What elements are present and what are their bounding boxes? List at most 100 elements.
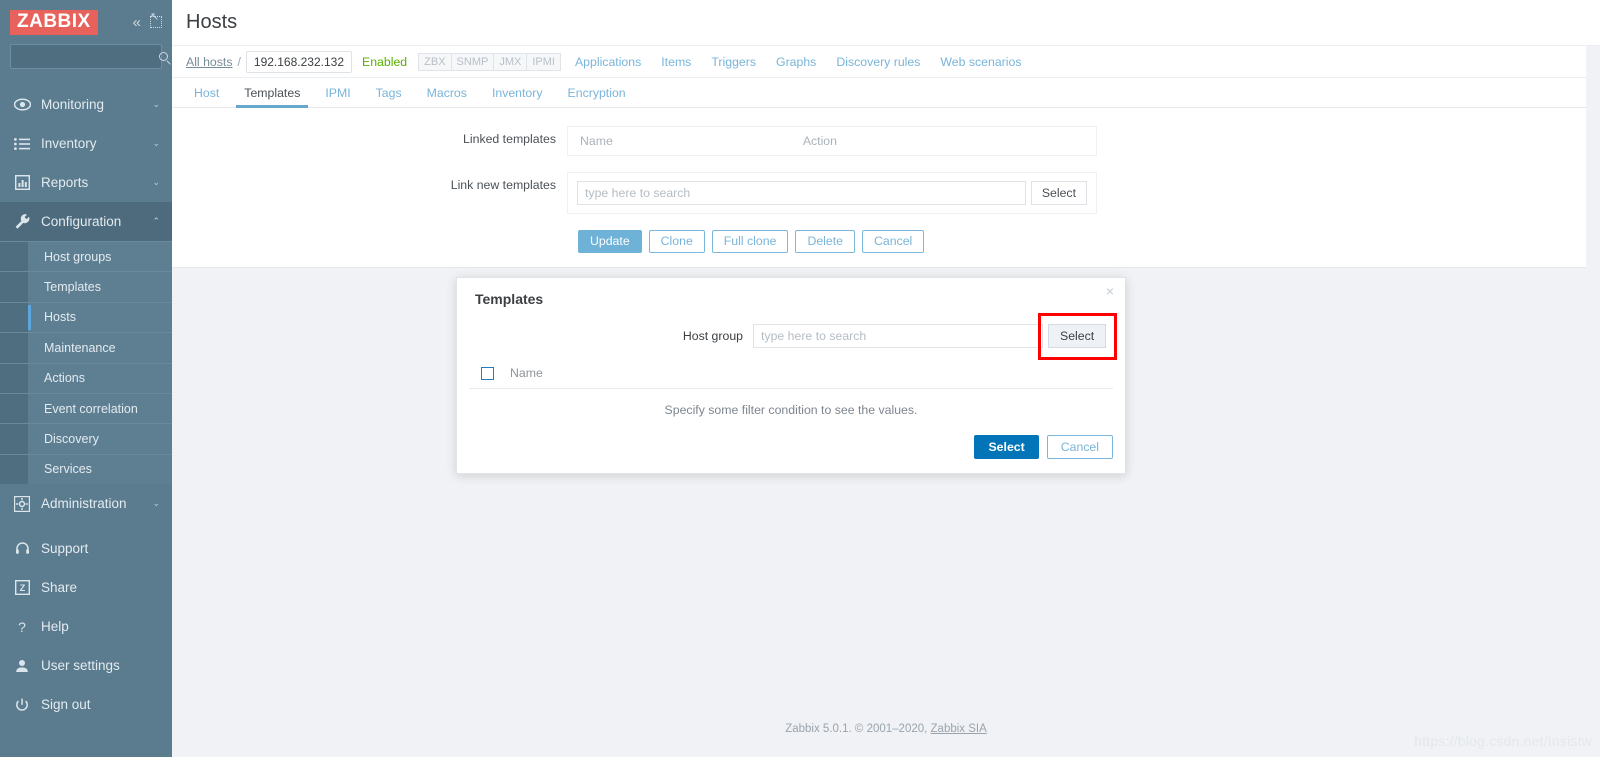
select-all-checkbox[interactable] xyxy=(481,366,494,380)
sidebar-item-discovery[interactable]: Discovery xyxy=(0,423,172,453)
question-icon: ? xyxy=(18,618,26,635)
sidebar-item-sign-out[interactable]: Sign out xyxy=(0,685,172,724)
sidebar-item-inventory[interactable]: Inventory ⌄ xyxy=(0,124,172,163)
empty-state-message: Specify some filter condition to see the… xyxy=(664,403,918,417)
sub-item-label: Host groups xyxy=(44,249,112,264)
modal-select-button[interactable]: Select xyxy=(974,435,1039,459)
tab-encryption[interactable]: Encryption xyxy=(560,86,634,107)
watermark: https://blog.csdn.net/Insistw xyxy=(1414,733,1592,749)
chevron-up-icon: ⌃ xyxy=(152,216,160,226)
sidebar-item-event-correlation[interactable]: Event correlation xyxy=(0,392,172,423)
breadcrumb-link-graphs[interactable]: Graphs xyxy=(776,55,816,69)
sidebar-item-label: Reports xyxy=(41,175,89,190)
sidebar-item-label: Configuration xyxy=(41,214,122,229)
sidebar-logo-icons: « xyxy=(133,12,162,30)
tab-templates[interactable]: Templates xyxy=(236,86,309,108)
link-new-templates-select-button[interactable]: Select xyxy=(1030,181,1087,205)
page-header: Hosts xyxy=(172,0,1600,46)
tab-bar: Host Templates IPMI Tags Macros Inventor… xyxy=(172,78,1586,108)
chevron-down-icon: ⌄ xyxy=(152,498,160,509)
modal-body: Host group Select Name Specify some filt… xyxy=(457,313,1125,429)
svg-text:Z: Z xyxy=(19,583,25,593)
sidebar-item-help[interactable]: ? Help xyxy=(0,607,172,646)
sidebar-item-administration[interactable]: Administration ⌄ xyxy=(0,484,172,523)
clone-button[interactable]: Clone xyxy=(648,230,705,253)
sidebar-item-monitoring[interactable]: Monitoring ⌄ xyxy=(0,85,172,124)
breadcrumb-link-triggers[interactable]: Triggers xyxy=(711,55,756,69)
collapse-sidebar-icon[interactable]: « xyxy=(133,15,141,30)
content-panel: All hosts / 192.168.232.132 Enabled ZBX … xyxy=(172,46,1586,268)
host-group-select-button[interactable]: Select xyxy=(1048,324,1107,348)
sidebar-nav-bottom: Support Z Share ? Help User settings Sig… xyxy=(0,529,172,724)
templates-form: Linked templates Name Action Link new te… xyxy=(172,108,1586,267)
badge-jmx: JMX xyxy=(493,52,528,71)
sidebar-item-maintenance[interactable]: Maintenance xyxy=(0,332,172,362)
column-header-name: Name xyxy=(510,366,543,380)
zabbix-z-icon: Z xyxy=(12,580,32,596)
zabbix-app: ZABBIX « Monitoring ⌄ xyxy=(0,0,1600,757)
user-icon xyxy=(12,659,32,673)
sub-item-label: Services xyxy=(44,462,92,477)
column-header-action: Action xyxy=(802,134,837,148)
delete-button[interactable]: Delete xyxy=(795,230,855,253)
breadcrumb-link-applications[interactable]: Applications xyxy=(575,55,641,69)
breadcrumb-link-discovery-rules[interactable]: Discovery rules xyxy=(836,55,920,69)
full-clone-button[interactable]: Full clone xyxy=(711,230,789,253)
page-footer: Zabbix 5.0.1. © 2001–2020, Zabbix SIA xyxy=(172,723,1600,735)
zabbix-logo[interactable]: ZABBIX xyxy=(10,9,98,35)
sidebar-item-reports[interactable]: Reports ⌄ xyxy=(0,163,172,202)
sidebar-item-host-groups[interactable]: Host groups xyxy=(0,241,172,271)
gear-icon xyxy=(12,495,32,512)
breadcrumb-link-web-scenarios[interactable]: Web scenarios xyxy=(940,55,1021,69)
sidebar-item-share[interactable]: Z Share xyxy=(0,568,172,607)
tab-tags[interactable]: Tags xyxy=(368,86,410,107)
cancel-button[interactable]: Cancel xyxy=(861,230,925,253)
update-button[interactable]: Update xyxy=(578,230,642,253)
chevron-down-icon: ⌄ xyxy=(152,177,160,187)
power-icon xyxy=(12,698,32,712)
modal-title: Templates xyxy=(475,291,544,307)
sidebar-nav-main: Monitoring ⌄ Inventory ⌄ Reports ⌄ Confi… xyxy=(0,85,172,523)
sidebar-item-templates[interactable]: Templates xyxy=(0,271,172,301)
breadcrumb-host-name[interactable]: 192.168.232.132 xyxy=(245,50,352,73)
tab-host[interactable]: Host xyxy=(186,86,227,107)
modal-footer: Select Cancel xyxy=(457,429,1125,473)
sidebar-item-configuration[interactable]: Configuration ⌃ xyxy=(0,202,172,241)
sidebar-item-user-settings[interactable]: User settings xyxy=(0,646,172,685)
host-group-row: Host group Select xyxy=(469,313,1118,362)
host-group-select-wrap: Select xyxy=(1038,313,1118,360)
sidebar-logo-row: ZABBIX « xyxy=(0,0,172,44)
sidebar-search-box[interactable] xyxy=(10,44,168,69)
search-input[interactable] xyxy=(17,50,159,63)
sidebar-item-label: Support xyxy=(41,541,89,557)
sub-item-label: Discovery xyxy=(44,432,99,447)
hide-sidebar-icon[interactable] xyxy=(150,12,162,28)
sidebar-item-support[interactable]: Support xyxy=(0,529,172,568)
sidebar-item-actions[interactable]: Actions xyxy=(0,362,172,393)
linked-templates-table: Name Action xyxy=(567,126,1097,156)
sidebar-item-services[interactable]: Services xyxy=(0,453,172,484)
wrench-icon xyxy=(12,213,32,230)
sub-item-label: Templates xyxy=(44,280,101,295)
sidebar-item-hosts[interactable]: Hosts xyxy=(0,301,172,332)
tab-ipmi[interactable]: IPMI xyxy=(317,86,358,107)
link-new-templates-input[interactable] xyxy=(577,181,1026,205)
tab-inventory[interactable]: Inventory xyxy=(484,86,551,107)
results-table-header: Name xyxy=(469,362,1113,389)
sidebar-item-label: Administration xyxy=(41,496,127,512)
breadcrumb-all-hosts[interactable]: All hosts xyxy=(186,55,232,69)
footer-link-zabbix-sia[interactable]: Zabbix SIA xyxy=(931,723,987,735)
breadcrumb-link-items[interactable]: Items xyxy=(661,55,691,69)
tab-macros[interactable]: Macros xyxy=(419,86,475,107)
sidebar: ZABBIX « Monitoring ⌄ xyxy=(0,0,172,757)
sub-item-label: Maintenance xyxy=(44,340,116,355)
sidebar-item-label: Share xyxy=(41,580,78,596)
bar-chart-icon xyxy=(12,175,32,190)
column-header-name: Name xyxy=(580,134,613,148)
host-group-input[interactable] xyxy=(753,324,1043,348)
modal-cancel-button[interactable]: Cancel xyxy=(1046,435,1113,459)
status-badge[interactable]: Enabled xyxy=(362,55,407,69)
close-icon[interactable]: × xyxy=(1106,284,1114,298)
chevron-down-icon: ⌄ xyxy=(152,99,160,109)
list-icon xyxy=(12,137,32,150)
